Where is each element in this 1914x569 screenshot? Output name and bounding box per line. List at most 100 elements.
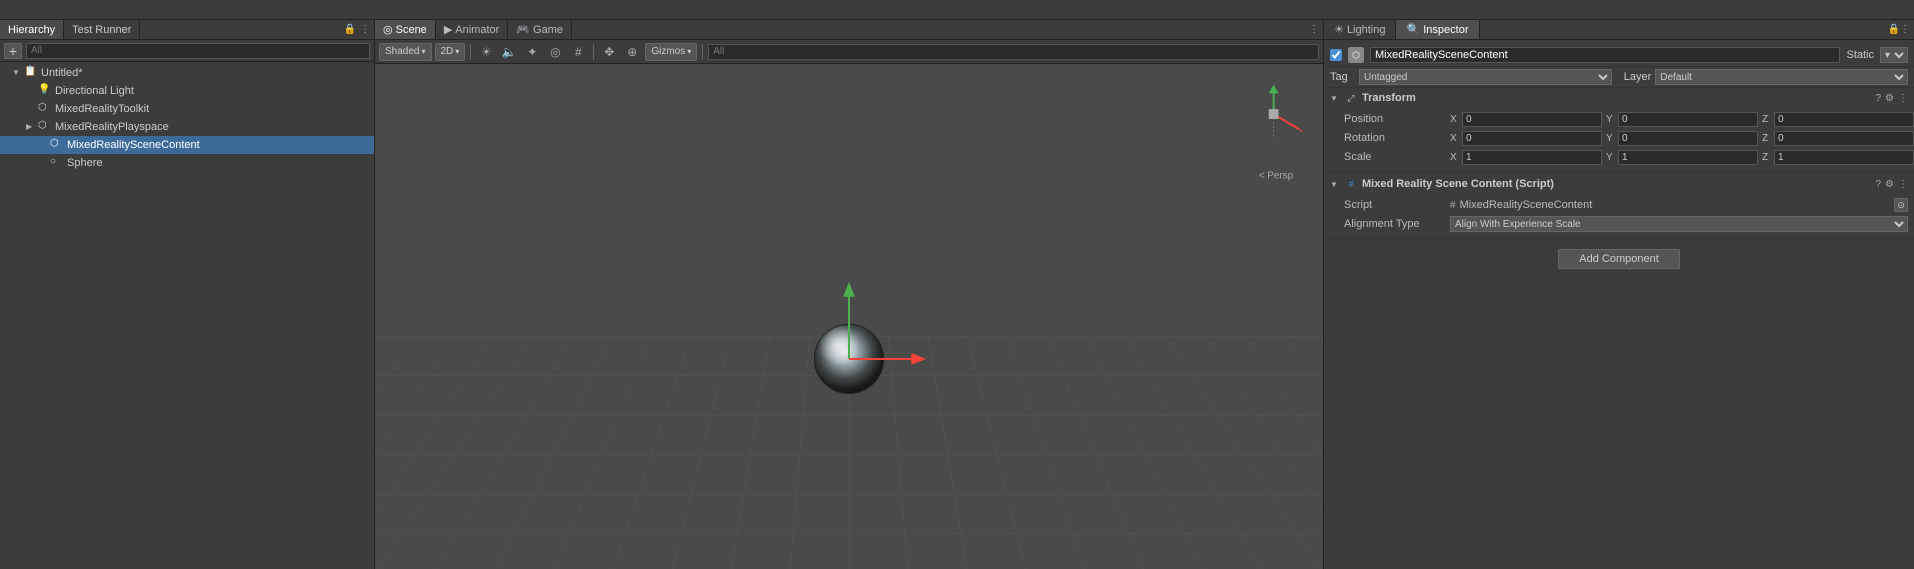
alignment-row: Alignment Type Align With Experience Sca… <box>1344 215 1908 233</box>
script-more-icon[interactable]: ⋮ <box>1898 179 1908 190</box>
layer-text-label: Layer <box>1624 71 1652 83</box>
shaded-dropdown[interactable]: Shaded <box>379 43 432 61</box>
hierarchy-item-mrkt[interactable]: ⬡ MixedRealityToolkit <box>0 100 374 118</box>
position-label: Position <box>1344 113 1444 125</box>
add-button[interactable]: + <box>4 43 22 59</box>
transform-header[interactable]: ▼ ⤢ Transform ? ⚙ ⋮ <box>1324 88 1914 108</box>
scale-label: Scale <box>1344 151 1444 163</box>
position-x-input[interactable] <box>1462 112 1602 127</box>
rotation-y-input[interactable] <box>1618 131 1758 146</box>
transform-more-icon[interactable]: ⋮ <box>1898 93 1908 104</box>
arrow-down-icon: ▼ <box>12 68 22 78</box>
gameobj-active-checkbox[interactable] <box>1330 49 1342 61</box>
scene-tabs: ◎ Scene ▶ Animator 🎮 Game ⋮ <box>375 20 1323 40</box>
spacer <box>26 104 36 114</box>
scale-y-input[interactable] <box>1618 150 1758 165</box>
inspector-lock-icon[interactable]: 🔒 <box>1888 24 1900 35</box>
script-csharp-icon: # <box>1344 177 1358 191</box>
game-tab-icon: 🎮 <box>516 23 530 36</box>
script-help-icon[interactable]: ? <box>1875 179 1881 190</box>
layer-dropdown[interactable]: Default <box>1655 69 1908 85</box>
tab-scene[interactable]: ◎ Scene <box>375 20 436 39</box>
gizmos-dropdown[interactable]: Gizmos <box>645 43 697 61</box>
scene-search-input[interactable] <box>708 44 1319 60</box>
position-z-input[interactable] <box>1774 112 1914 127</box>
script-header[interactable]: ▼ # Mixed Reality Scene Content (Script)… <box>1324 174 1914 194</box>
add-component-button[interactable]: Add Component <box>1558 249 1680 269</box>
rotation-row: Rotation X Y Z <box>1344 129 1908 147</box>
tag-dropdown[interactable]: Untagged <box>1359 69 1612 85</box>
scene-tab-icon: ◎ <box>383 23 393 36</box>
transform-help-icon[interactable]: ? <box>1875 93 1881 104</box>
scale-z-input[interactable] <box>1774 150 1914 165</box>
alignment-dropdown[interactable]: Align With Experience Scale <box>1450 216 1908 232</box>
hierarchy-item-mrsc[interactable]: ⬡ MixedRealitySceneContent <box>0 136 374 154</box>
spacer <box>26 86 36 96</box>
scene-viewport[interactable]: < Persp <box>375 64 1323 569</box>
script-file-icon: # <box>1450 200 1456 211</box>
hierarchy-panel: Hierarchy Test Runner 🔒 ⋮ + ▼ 📋 Untitled… <box>0 20 375 569</box>
tab-hierarchy[interactable]: Hierarchy <box>0 20 64 39</box>
scene-fx-icon[interactable]: ✦ <box>522 43 542 61</box>
tab-animator[interactable]: ▶ Animator <box>436 20 509 39</box>
scene-audio-icon[interactable]: 🔈 <box>499 43 519 61</box>
script-component-icons: ? ⚙ ⋮ <box>1875 179 1908 190</box>
inspector-panel: ☀ Lighting 🔍 Inspector 🔒 ⋮ ⬡ Static ▾ <box>1324 20 1914 569</box>
scene-more-icon[interactable]: ⋮ <box>1309 24 1319 35</box>
hierarchy-item-mrps[interactable]: ▶ ⬡ MixedRealityPlayspace <box>0 118 374 136</box>
rotation-label: Rotation <box>1344 132 1444 144</box>
z-label: Z <box>1762 114 1772 125</box>
transform-settings-icon[interactable]: ⚙ <box>1885 93 1894 104</box>
light-icon: 💡 <box>38 84 52 98</box>
rotation-z-input[interactable] <box>1774 131 1914 146</box>
more-icon[interactable]: ⋮ <box>360 24 370 35</box>
hierarchy-toolbar: + <box>0 40 374 62</box>
scale-x-group: X <box>1450 150 1602 165</box>
panel-icons: 🔒 ⋮ <box>344 24 374 35</box>
rx-label: X <box>1450 133 1460 144</box>
sy-label: Y <box>1606 152 1616 163</box>
tab-inspector[interactable]: 🔍 Inspector <box>1396 20 1479 39</box>
rotation-x-input[interactable] <box>1462 131 1602 146</box>
scale-x-input[interactable] <box>1462 150 1602 165</box>
position-y-input[interactable] <box>1618 112 1758 127</box>
scene-grid: < Persp <box>375 64 1323 569</box>
tab-test-runner[interactable]: Test Runner <box>64 20 140 39</box>
sz-label: Z <box>1762 152 1772 163</box>
scene-hand-icon[interactable]: ✥ <box>599 43 619 61</box>
rotation-xyz: X Y Z <box>1450 131 1914 146</box>
animator-tab-label: Animator <box>455 24 499 36</box>
transform-title: Transform <box>1362 92 1871 104</box>
position-row: Position X Y Z <box>1344 110 1908 128</box>
tab-lighting[interactable]: ☀ Lighting <box>1324 20 1396 39</box>
static-dropdown[interactable]: ▾ <box>1880 47 1908 63</box>
transform-arrow-icon: ▼ <box>1330 94 1340 103</box>
hierarchy-item-untitled[interactable]: ▼ 📋 Untitled* <box>0 64 374 82</box>
hierarchy-search-input[interactable] <box>26 43 370 59</box>
script-pick-button[interactable]: ⊙ <box>1894 198 1908 212</box>
script-settings-icon[interactable]: ⚙ <box>1885 179 1894 190</box>
hierarchy-item-directional-light[interactable]: 💡 Directional Light <box>0 82 374 100</box>
scene-cursor-icon[interactable]: ⊕ <box>622 43 642 61</box>
transform-body: Position X Y Z <box>1324 108 1914 171</box>
gameobj-name-input[interactable] <box>1370 47 1840 63</box>
twod-button[interactable]: 2D <box>435 43 466 61</box>
sx-label: X <box>1450 152 1460 163</box>
spacer <box>38 140 48 150</box>
scene-icon: 📋 <box>24 66 38 80</box>
hierarchy-item-sphere[interactable]: ○ Sphere <box>0 154 374 172</box>
scene-grid-icon[interactable]: # <box>568 43 588 61</box>
script-title: Mixed Reality Scene Content (Script) <box>1362 178 1871 190</box>
static-text-label: Static <box>1846 49 1874 61</box>
lock-icon[interactable]: 🔒 <box>344 24 356 35</box>
script-field-value: # MixedRealitySceneContent ⊙ <box>1450 198 1908 212</box>
gameobj-header-row: ⬡ Static ▾ <box>1324 44 1914 67</box>
scene-hide-icon[interactable]: ◎ <box>545 43 565 61</box>
gameobj-icon: ⬡ <box>38 102 52 116</box>
panel-header: Hierarchy Test Runner 🔒 ⋮ <box>0 20 374 40</box>
rz-label: Z <box>1762 133 1772 144</box>
inspector-more-icon[interactable]: ⋮ <box>1900 24 1910 35</box>
ry-label: Y <box>1606 133 1616 144</box>
tab-game[interactable]: 🎮 Game <box>508 20 572 39</box>
scene-light-icon[interactable]: ☀ <box>476 43 496 61</box>
